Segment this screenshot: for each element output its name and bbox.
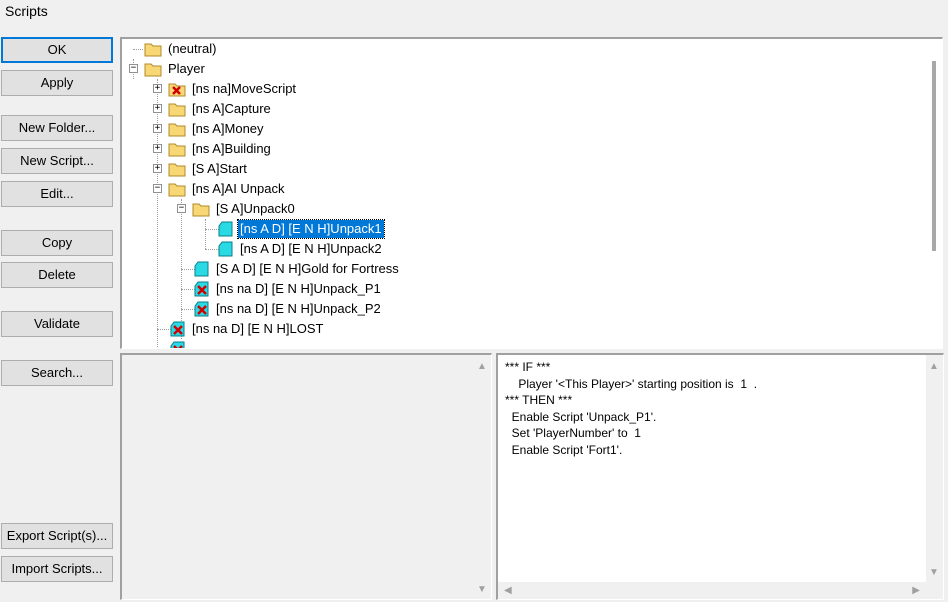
folder-disabled-icon (168, 83, 186, 97)
tree-node-label: [S A D] [E N H]Gold for Fortress (216, 261, 399, 276)
scroll-up-icon[interactable]: ▲ (477, 361, 487, 372)
folder-icon (168, 163, 186, 177)
text-pane-horizontal-scrollbar[interactable]: ◀ ▶ (498, 582, 926, 599)
collapse-icon[interactable]: − (129, 64, 138, 73)
folder-icon (144, 63, 162, 77)
folder-icon (192, 203, 210, 217)
scroll-up-icon[interactable]: ▲ (929, 361, 939, 372)
tree-line (181, 289, 195, 290)
new-script-button[interactable]: New Script... (1, 148, 113, 174)
tree-node-label: [S A]Unpack0 (216, 201, 295, 216)
tree-line (205, 249, 219, 250)
tree-line (133, 49, 143, 50)
window-title: Scripts (5, 3, 48, 19)
tree-line (157, 329, 171, 330)
scroll-down-icon[interactable]: ▼ (477, 584, 487, 595)
text-pane-vertical-scrollbar[interactable]: ▲ ▼ (926, 355, 943, 582)
script-line: Enable Script 'Fort1'. (505, 442, 623, 457)
script-line: *** IF *** (505, 360, 551, 374)
validate-button[interactable]: Validate (1, 311, 113, 337)
tree-node-label: [ns A]AI Unpack (192, 181, 285, 196)
scroll-right-icon[interactable]: ▶ (912, 585, 920, 596)
folder-icon (168, 123, 186, 137)
tree-line (205, 219, 206, 249)
expand-icon[interactable]: + (153, 124, 162, 133)
scroll-left-icon[interactable]: ◀ (504, 585, 512, 596)
script-icon (218, 221, 233, 237)
tree-vertical-scrollbar[interactable] (925, 39, 942, 348)
script-tree[interactable]: (neutral) − Player + [ns na]MoveScript +… (120, 37, 943, 349)
tree-node-label: (neutral) (168, 41, 217, 56)
tree-node-label: [ns A D] [E N H]Unpack2 (240, 241, 382, 256)
ok-button[interactable]: OK (1, 37, 113, 63)
expand-icon[interactable]: + (153, 144, 162, 153)
script-disabled-icon (170, 321, 185, 337)
import-scripts-button[interactable]: Import Scripts... (1, 556, 113, 582)
apply-button[interactable]: Apply (1, 70, 113, 96)
script-text: *** IF *** Player '<This Player>' starti… (505, 359, 757, 458)
lower-left-pane: ▲ ▼ (120, 353, 492, 600)
tree-node-label: [ns A D] [E N H]Unpack1 (237, 219, 385, 239)
folder-icon (144, 43, 162, 57)
edit-button[interactable]: Edit... (1, 181, 113, 207)
tree-node-label: [ns na D] [E N H]Unpack_P1 (216, 281, 381, 296)
script-icon (194, 261, 209, 277)
tree-line (205, 229, 219, 230)
tree-line (181, 269, 195, 270)
collapse-icon[interactable]: − (153, 184, 162, 193)
scroll-down-icon[interactable]: ▼ (929, 567, 939, 578)
script-line: Set 'PlayerNumber' to 1 (505, 426, 641, 440)
tree-line (157, 79, 158, 348)
tree-node-label: [S A]Start (192, 161, 247, 176)
expand-icon[interactable]: + (153, 164, 162, 173)
tree-node-label: [ns na D] [E N H]Unpack_P2 (216, 301, 381, 316)
script-disabled-icon (194, 301, 209, 317)
script-line: *** THEN *** (505, 393, 573, 407)
scrollbar-thumb[interactable] (932, 61, 936, 251)
new-folder-button[interactable]: New Folder... (1, 115, 113, 141)
collapse-icon[interactable]: − (177, 204, 186, 213)
tree-node-label: Player (168, 61, 205, 76)
tree-node-label: [ns A]Building (192, 141, 271, 156)
scrollbar-corner (926, 582, 943, 599)
script-line: Player '<This Player>' starting position… (505, 376, 758, 391)
folder-icon (168, 103, 186, 117)
tree-node-label: [ns na]MoveScript (192, 81, 297, 96)
script-disabled-icon (170, 341, 185, 348)
tree-node-label: [ns A]Capture (192, 101, 271, 116)
folder-icon (168, 143, 186, 157)
tree-node-label: [ns na D] [E N H]LOST (192, 321, 324, 336)
expand-icon[interactable]: + (153, 84, 162, 93)
expand-icon[interactable]: + (153, 104, 162, 113)
delete-button[interactable]: Delete (1, 262, 113, 288)
copy-button[interactable]: Copy (1, 230, 113, 256)
script-icon (218, 241, 233, 257)
tree-node-label: [ns A]Money (192, 121, 264, 136)
script-text-pane[interactable]: *** IF *** Player '<This Player>' starti… (496, 353, 944, 600)
search-button[interactable]: Search... (1, 360, 113, 386)
export-scripts-button[interactable]: Export Script(s)... (1, 523, 113, 549)
left-pane-vertical-scrollbar[interactable]: ▲ ▼ (474, 355, 491, 599)
tree-line (181, 309, 195, 310)
folder-icon (168, 183, 186, 197)
script-disabled-icon (194, 281, 209, 297)
script-line: Enable Script 'Unpack_P1'. (505, 409, 657, 424)
